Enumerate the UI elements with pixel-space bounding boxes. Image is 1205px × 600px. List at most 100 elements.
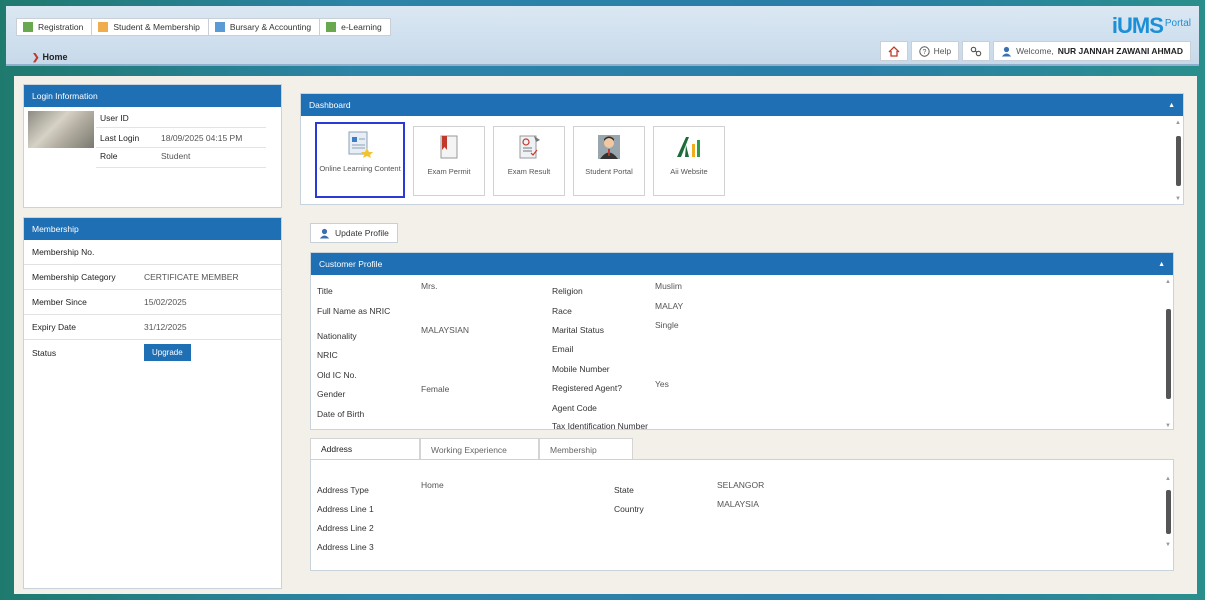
row-value: 31/12/2025 [144,322,187,332]
nav-tab-label: Student & Membership [113,22,200,32]
help-label: Help [933,46,952,56]
customer-profile-panel: Customer Profile ▲ Title Mrs. Full Name … [310,252,1174,430]
nationality-value: MALAYSIAN [421,325,470,335]
tile-student-portal[interactable]: Student Portal [573,126,645,196]
link-icon [970,46,982,56]
address-line-3-label: Address Line 3 [317,542,374,552]
help-button[interactable]: ? Help [910,41,960,61]
settings-button[interactable] [962,41,991,61]
help-icon: ? [918,45,930,57]
old-ic-label: Old IC No. [317,370,357,380]
nav-tab-registration[interactable]: Registration [16,18,93,36]
address-line-2-label: Address Line 2 [317,523,374,533]
tile-aii-website[interactable]: Aii Website [653,126,725,196]
collapse-icon[interactable]: ▲ [1168,102,1175,109]
upgrade-button[interactable]: Upgrade [144,344,191,361]
tile-label: Aii Website [670,167,708,176]
last-login-label: Last Login [100,133,140,143]
top-header: Registration Student & Membership Bursar… [6,6,1199,66]
nav-tab-label: e-Learning [341,22,382,32]
tab-label: Membership [550,444,597,455]
address-panel: Address Type Home Address Line 1 Address… [310,459,1174,571]
row-label: Member Since [32,297,87,307]
agent-code-label: Agent Code [552,403,597,413]
tab-label: Working Experience [431,444,507,455]
title-value: Mrs. [421,281,438,291]
membership-row: Expiry Date 31/12/2025 [24,315,281,340]
membership-header: Membership [24,218,281,240]
tile-online-learning-content[interactable]: Online Learning Content [315,122,405,198]
tab-address[interactable]: Address [310,438,420,460]
collapse-icon[interactable]: ▲ [1158,261,1165,268]
logo-portal-text: Portal [1164,18,1191,29]
tile-label: Exam Result [507,167,551,176]
nav-tab-bursary-accounting[interactable]: Bursary & Accounting [208,18,321,36]
address-line-1-label: Address Line 1 [317,504,374,514]
state-value: SELANGOR [717,480,765,490]
dashboard-header: Dashboard ▲ [301,94,1183,116]
membership-row: Membership No. [24,240,281,265]
tab-working-experience[interactable]: Working Experience [420,438,539,460]
login-info-header: Login Information [24,85,281,107]
breadcrumb-home[interactable]: ❯ Home [32,52,68,63]
user-id-label: User ID [100,113,129,123]
login-info-panel: Login Information User ID Last Login 18/… [23,84,282,208]
tile-label: Online Learning Content [319,164,401,173]
iums-logo: iUMS Portal [1112,15,1191,37]
permit-icon [440,135,458,159]
address-scrollbar[interactable]: ▲ ▼ [1165,476,1171,548]
logo-main-text: iUMS [1111,13,1164,38]
religion-value: Muslim [655,281,682,291]
country-value: MALAYSIA [717,499,759,509]
registered-agent-label: Registered Agent? [552,383,622,393]
marital-status-value: Single [655,320,679,330]
customer-profile-scrollbar[interactable]: ▲ ▼ [1165,279,1171,429]
role-value: Student [161,151,191,161]
tile-label: Student Portal [585,167,633,176]
membership-row: Membership Category CERTIFICATE MEMBER [24,265,281,290]
nationality-label: Nationality [317,331,357,341]
user-menu-button[interactable]: Welcome, NUR JANNAH ZAWANI AHMAD [993,41,1191,61]
role-label: Role [100,151,118,161]
user-icon [1001,46,1012,56]
row-value: CERTIFICATE MEMBER [144,272,239,282]
email-label: Email [552,344,574,354]
update-profile-button[interactable]: Update Profile [310,223,398,243]
dashboard-scrollbar[interactable]: ▲ ▼ [1175,120,1181,202]
religion-label: Religion [552,286,583,296]
tile-exam-permit[interactable]: Exam Permit [413,126,485,196]
update-profile-label: Update Profile [335,228,389,238]
student-membership-icon [98,22,109,32]
row-label: Expiry Date [32,322,76,332]
profile-tabs: Address Working Experience Membership [310,438,633,460]
dashboard-panel: Dashboard ▲ Online Learning Content Exam… [300,93,1184,205]
tile-exam-result[interactable]: Exam Result [493,126,565,196]
bursary-icon [214,22,225,32]
title-label: Title [317,286,333,296]
panel-title: Customer Profile [319,259,383,269]
tab-membership[interactable]: Membership [539,438,633,460]
state-label: State [614,485,634,495]
dashboard-tiles: Online Learning Content Exam Permit Exam… [315,122,725,198]
user-name: NUR JANNAH ZAWANI AHMAD [1057,46,1183,56]
registered-agent-value: Yes [655,379,669,389]
address-type-label: Address Type [317,485,369,495]
nav-tab-e-learning[interactable]: e-Learning [320,18,391,36]
welcome-prefix: Welcome, [1016,46,1054,56]
document-icon [348,131,373,158]
gender-label: Gender [317,389,346,399]
user-toolbar: ? Help Welcome, NUR JANNAH ZAWANI AHMAD [879,41,1191,61]
home-button[interactable] [879,41,908,61]
address-type-value: Home [421,480,444,490]
row-label: Membership Category [32,272,116,282]
membership-row-status: Status Upgrade [24,340,281,365]
nav-tab-student-membership[interactable]: Student & Membership [92,18,209,36]
country-label: Country [614,504,644,514]
checklist-icon [519,135,540,159]
last-login-value: 18/09/2025 04:15 PM [161,133,243,143]
customer-profile-header: Customer Profile ▲ [311,253,1173,275]
nric-label: NRIC [317,350,338,360]
dob-label: Date of Birth [317,409,365,419]
main-content: Login Information User ID Last Login 18/… [14,76,1197,594]
svg-text:?: ? [922,49,926,56]
